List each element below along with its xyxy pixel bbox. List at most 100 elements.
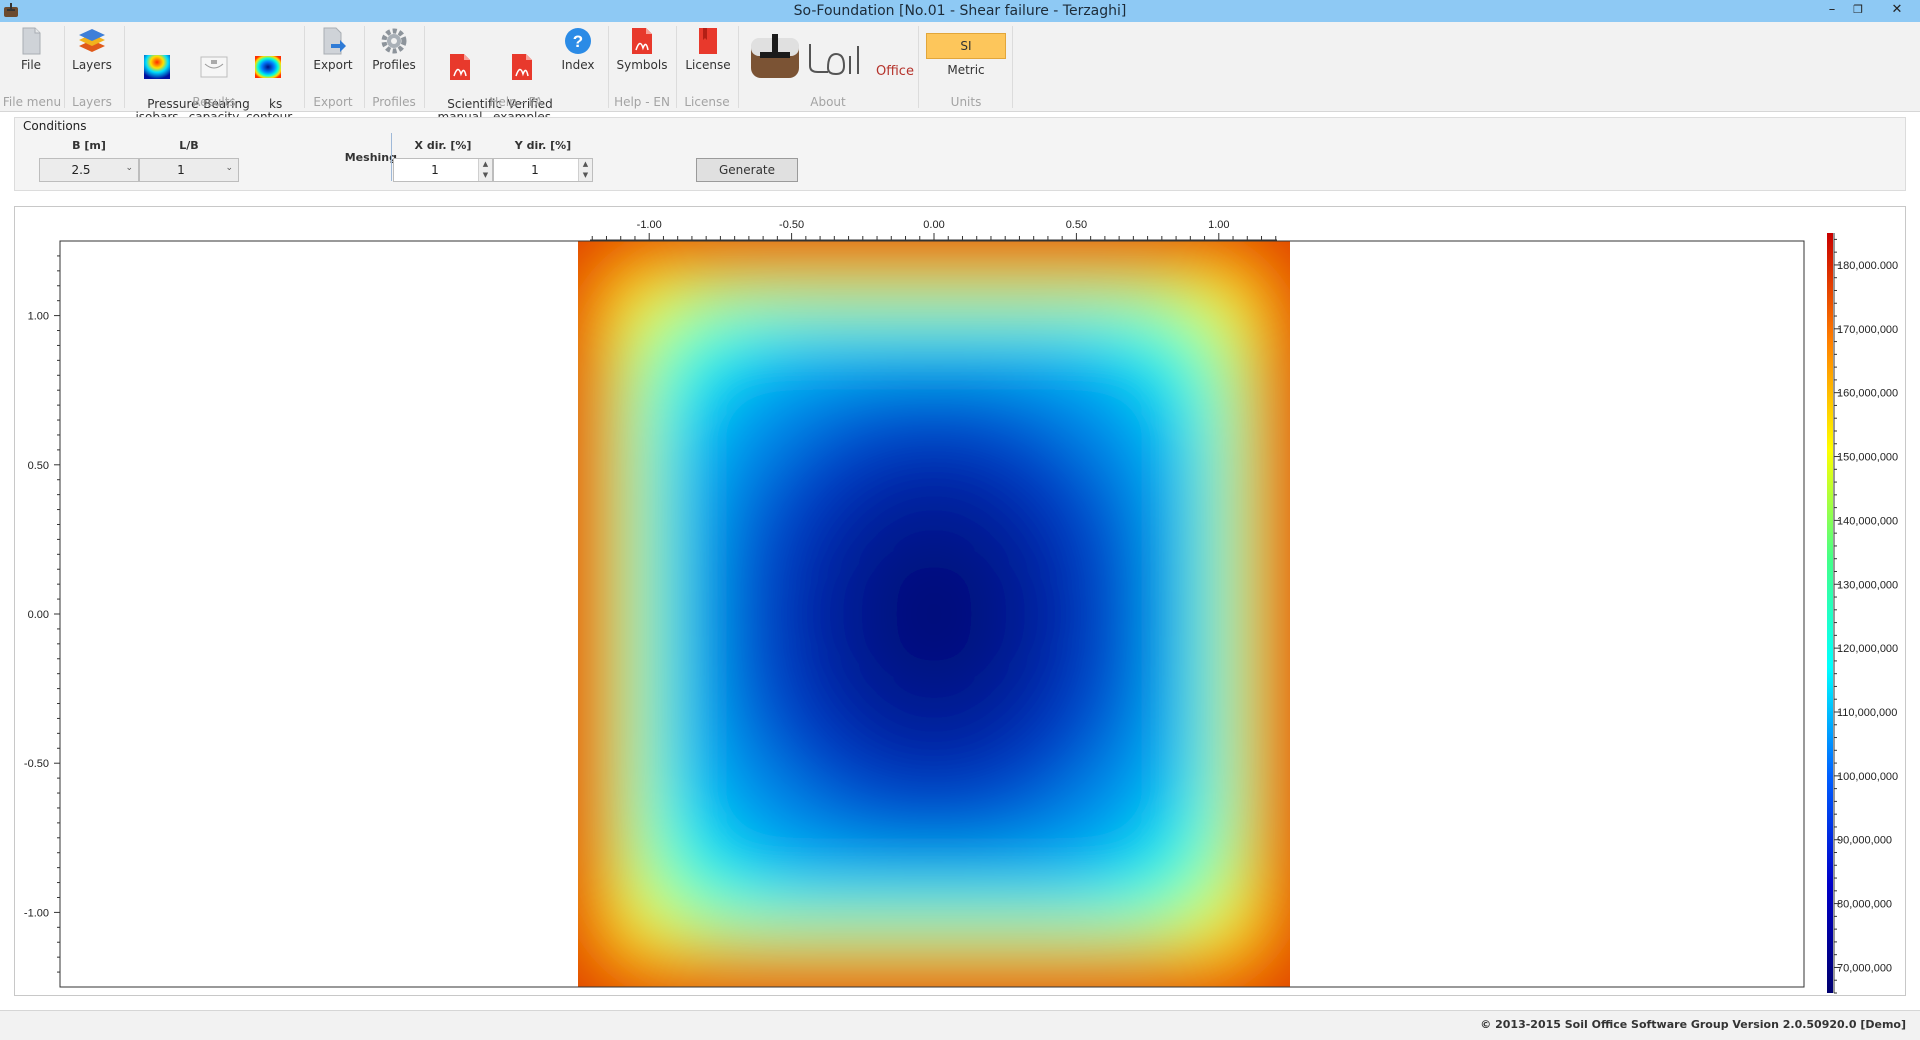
colorbar-label: 120,000,000 [1837, 643, 1898, 655]
y-tick-label: -1.00 [24, 907, 49, 919]
group-layers: Layers [72, 95, 112, 109]
export-icon [323, 27, 346, 55]
b-label: B [m] [72, 139, 106, 152]
x-dir-value: 1 [431, 163, 439, 177]
layers-icon [79, 29, 105, 52]
chevron-down-icon: ⌄ [125, 163, 133, 173]
lb-combo[interactable]: 1 ⌄ [139, 158, 239, 182]
group-file-menu: File menu [2, 95, 62, 109]
license-icon [699, 28, 717, 54]
lb-value: 1 [177, 163, 185, 177]
soil-office-logo-icon [751, 34, 799, 78]
conditions-panel: Conditions B [m] 2.5 ⌄ L/B 1 ⌄ Meshing X… [14, 117, 1906, 191]
restore-button[interactable]: ❐ [1845, 1, 1871, 19]
svg-text:?: ? [573, 32, 583, 51]
spin-up-icon[interactable]: ▲ [478, 159, 492, 170]
colorbar-label: 100,000,000 [1837, 771, 1898, 783]
x-tick-label: 0.00 [923, 219, 944, 231]
chart-panel: -1.00 -0.50 0.00 0.50 1.00 1.00 0.50 0.00 -0.50 -… [14, 206, 1906, 996]
colorbar-label: 170,000,000 [1837, 324, 1898, 336]
about-button[interactable] [748, 30, 804, 82]
group-export: Export [313, 95, 353, 109]
x-dir-spinner[interactable]: 1 ▲ ▼ [393, 158, 493, 182]
group-help-en: Help - EN [614, 95, 670, 109]
title-bar: So-Foundation [No.01 - Shear failure - T… [0, 0, 1920, 22]
index-button[interactable]: ? Index [558, 26, 598, 72]
meshing-label: Meshing [344, 151, 397, 164]
y-dir-label: Y dir. [%] [514, 139, 572, 152]
help-icon: ? [565, 28, 591, 54]
spin-up-icon[interactable]: ▲ [578, 159, 592, 170]
file-label: File [20, 58, 42, 72]
profiles-label: Profiles [372, 58, 416, 72]
pdf-icon [632, 28, 652, 54]
x-tick-label: 0.50 [1066, 219, 1087, 231]
gear-icon [381, 28, 407, 54]
colorbar-label: 130,000,000 [1837, 579, 1898, 591]
symbols-button[interactable]: Symbols [614, 26, 670, 72]
colorbar-label: 160,000,000 [1837, 388, 1898, 400]
colorbar-label: 80,000,000 [1837, 899, 1892, 911]
heatmap [578, 241, 1290, 987]
group-separator [1012, 26, 1013, 108]
y-dir-spinner[interactable]: 1 ▲ ▼ [493, 158, 593, 182]
group-separator [124, 26, 125, 108]
heatmap-contour [868, 531, 1000, 697]
symbols-label: Symbols [616, 58, 668, 72]
group-separator [676, 26, 677, 108]
spin-down-icon[interactable]: ▼ [478, 170, 492, 181]
license-button[interactable]: License [682, 26, 734, 72]
generate-button[interactable]: Generate [696, 158, 798, 182]
group-about: About [810, 95, 846, 109]
colorbar-label: 180,000.000 [1837, 260, 1898, 272]
group-separator [918, 26, 919, 108]
pressure-isobars-icon [144, 55, 170, 79]
profiles-button[interactable]: Profiles [370, 26, 418, 72]
spin-down-icon[interactable]: ▼ [578, 170, 592, 181]
soil-office-wordmark: Office [806, 42, 914, 82]
ks-contour-chart[interactable]: -1.00 -0.50 0.00 0.50 1.00 1.00 0.50 0.00 -0.50 -… [15, 207, 1905, 995]
metric-button[interactable]: Metric [930, 64, 1002, 77]
b-combo[interactable]: 2.5 ⌄ [39, 158, 139, 182]
group-separator [738, 26, 739, 108]
group-license: License [684, 95, 730, 109]
x-dir-label: X dir. [%] [414, 139, 472, 152]
index-label: Index [561, 58, 595, 72]
layers-label: Layers [72, 58, 112, 72]
close-button[interactable]: ✕ [1884, 1, 1910, 19]
soil-wordmark-icon [809, 44, 859, 76]
group-profiles: Profiles [372, 95, 416, 109]
office-wordmark-text: Office [876, 64, 914, 79]
colorbar [1827, 233, 1833, 993]
group-results: Results [192, 95, 236, 109]
group-units: Units [950, 95, 982, 109]
units-si-button[interactable]: SI [926, 33, 1006, 59]
status-text: © 2013-2015 Soil Office Software Group V… [1480, 1018, 1906, 1031]
export-label: Export [313, 58, 353, 72]
group-separator [64, 26, 65, 108]
x-tick-label: 1.00 [1208, 219, 1229, 231]
export-button[interactable]: Export [312, 26, 354, 72]
y-tick-label: 1.00 [28, 311, 49, 323]
x-tick-label: -0.50 [779, 219, 804, 231]
y-tick-label: 0.00 [28, 609, 49, 621]
colorbar-label: 110,000,000 [1837, 707, 1897, 719]
y-dir-value: 1 [531, 163, 539, 177]
window-title: So-Foundation [No.01 - Shear failure - T… [793, 3, 1127, 19]
layers-button[interactable]: Layers [72, 26, 112, 72]
pdf-icon [512, 54, 532, 80]
minimize-button[interactable]: – [1819, 1, 1845, 19]
chevron-down-icon: ⌄ [225, 163, 233, 173]
colorbar-label: 90,000,000 [1837, 835, 1892, 847]
group-separator [608, 26, 609, 108]
group-help-fa: Help - FA [489, 95, 543, 109]
colorbar-label: 140,000,000 [1837, 515, 1898, 527]
file-icon [22, 27, 41, 55]
y-tick-label: 0.50 [28, 460, 49, 472]
lb-label: L/B [179, 139, 199, 152]
group-separator [424, 26, 425, 108]
file-button[interactable]: File [12, 26, 50, 72]
pdf-icon [450, 54, 470, 80]
meshing-divider [391, 133, 392, 181]
bearing-capacity-icon [200, 56, 228, 78]
